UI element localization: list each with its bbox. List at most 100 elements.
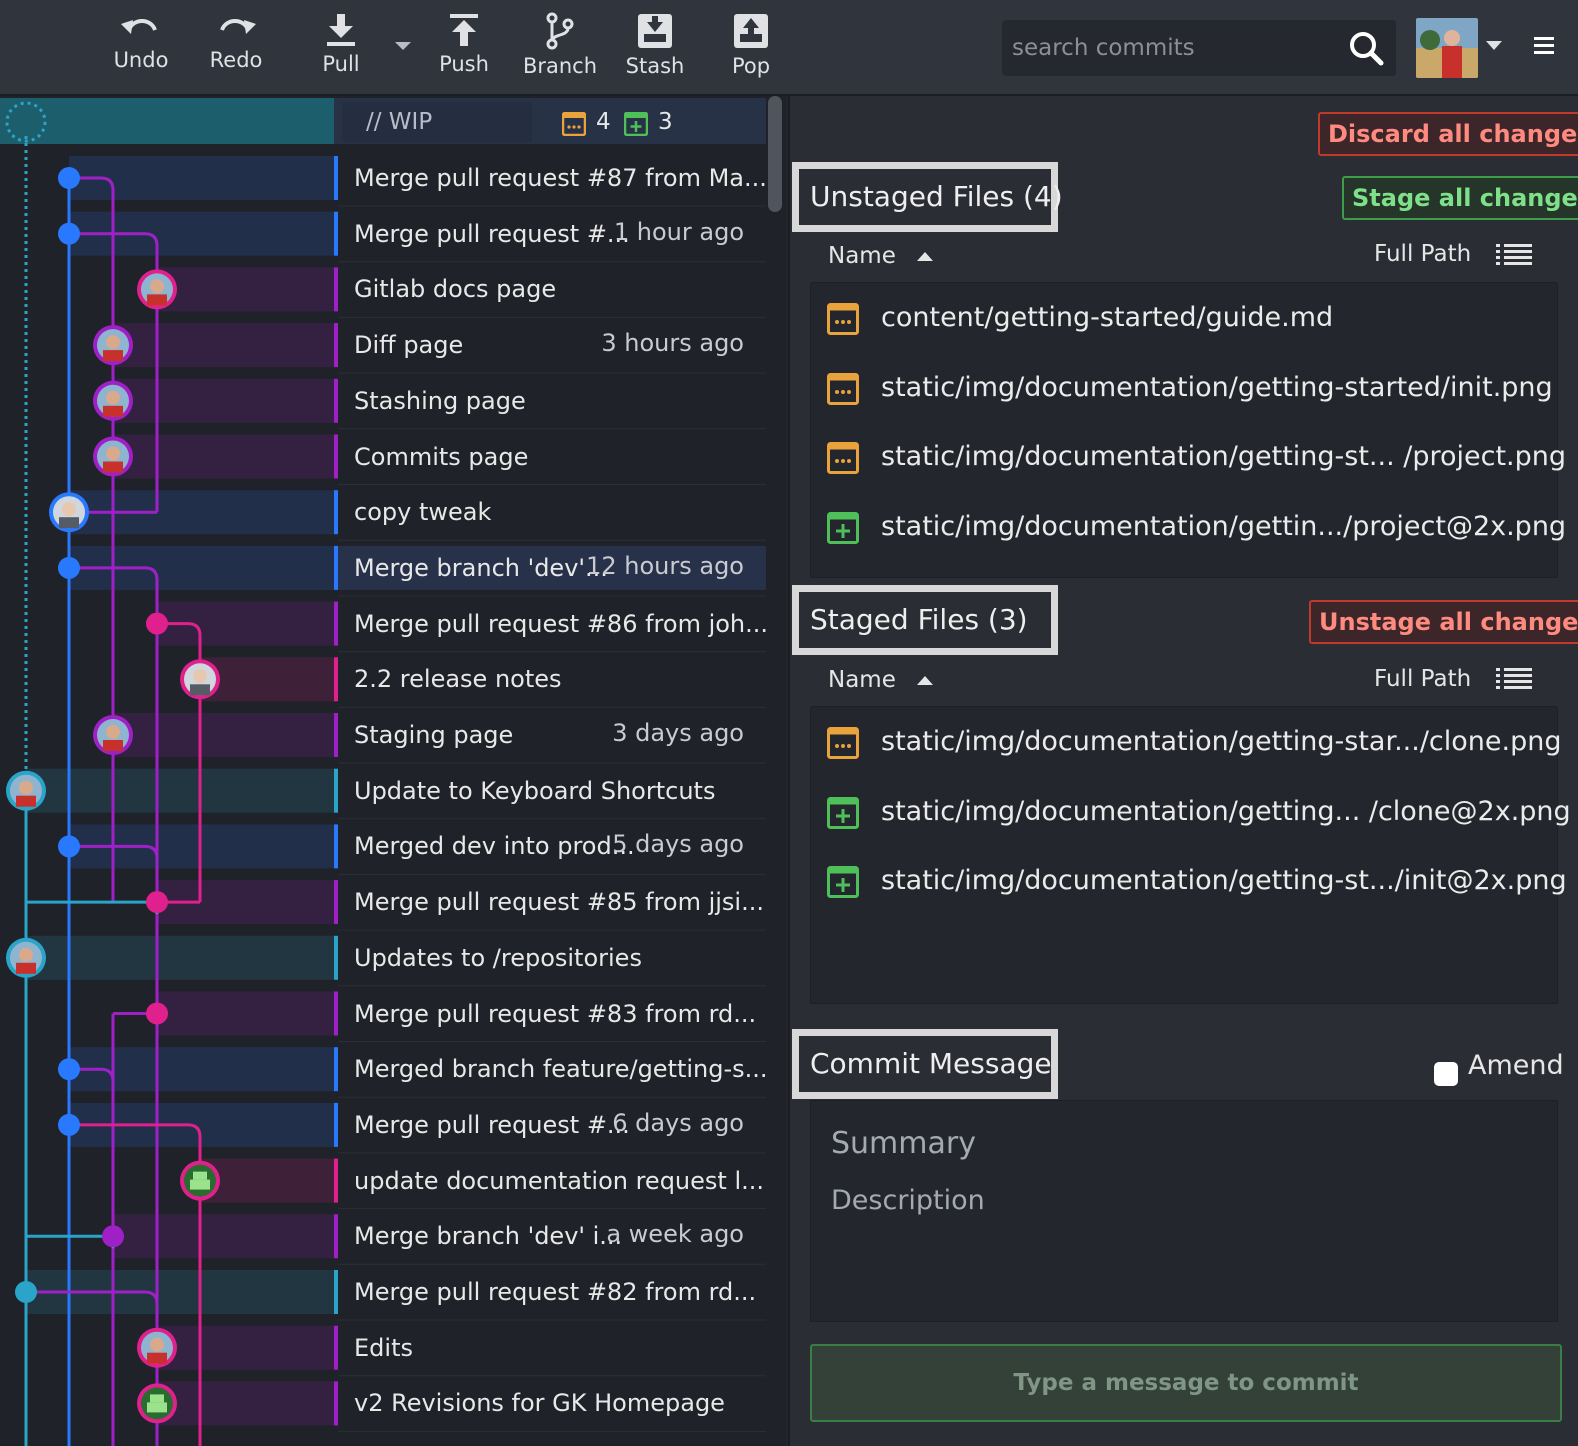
commit-time: 3 days ago — [612, 719, 744, 747]
unstaged-name-header[interactable]: Name — [828, 236, 935, 276]
pull-dropdown-caret-icon[interactable] — [392, 36, 414, 56]
unstaged-file-row[interactable]: content/getting-started/guide.md — [811, 287, 1557, 347]
commit-row-marker — [334, 545, 338, 590]
commit-message[interactable]: copy tweak — [354, 490, 491, 534]
unstaged-file-row[interactable]: static/img/documentation/gettin.../proje… — [811, 496, 1566, 556]
avatar-face — [106, 446, 120, 461]
commit-summary-input[interactable] — [831, 1121, 1531, 1165]
search-icon[interactable] — [1348, 30, 1384, 66]
user-avatar-image — [1416, 18, 1478, 78]
avatar-caret-icon[interactable] — [1484, 38, 1504, 52]
commit-row-marker — [334, 490, 338, 535]
commit-author-avatar — [137, 1327, 177, 1368]
wip-row-band — [0, 98, 334, 144]
wip-label[interactable]: // WIP — [342, 102, 532, 142]
pop-button[interactable]: Pop — [706, 6, 796, 90]
commit-message[interactable]: Merged branch feature/getting-s... — [354, 1047, 768, 1091]
commit-row-marker — [334, 211, 338, 256]
commit-message[interactable]: Merge pull request #86 from joh... — [354, 602, 768, 646]
commit-message[interactable]: Merge pull request #87 from Ma... — [354, 156, 767, 200]
commit-message[interactable]: Stashing page — [354, 379, 526, 423]
commit-message[interactable]: Edits — [354, 1326, 413, 1370]
commit-message[interactable]: update documentation request l... — [354, 1159, 764, 1203]
commit-message[interactable]: Merge pull request #... — [354, 1103, 630, 1147]
commit-merge-dot — [58, 556, 80, 579]
commit-message[interactable]: Merge branch 'dev'... — [354, 546, 608, 590]
commit-row-marker — [334, 991, 338, 1036]
commit-row-marker — [334, 601, 338, 646]
commit-merge-dot — [58, 167, 80, 189]
redo-button[interactable]: Redo — [191, 6, 281, 90]
list-view-icon[interactable] — [1496, 244, 1532, 266]
commit-message[interactable]: Merge branch 'dev' i... — [354, 1214, 622, 1258]
wip-added-icon — [624, 112, 648, 136]
commit-author-avatar — [6, 937, 46, 978]
file-path: content/getting-started/guide.md — [881, 302, 1334, 333]
list-view-icon[interactable] — [1496, 668, 1532, 690]
commit-row-marker — [334, 156, 338, 200]
commit-merge-dot — [146, 891, 168, 914]
commit-message[interactable]: Commits page — [354, 435, 528, 479]
file-modified-icon — [827, 303, 859, 335]
branch-label: Branch — [522, 54, 598, 78]
commit-message-title: Commit Message — [792, 1029, 1058, 1099]
commit-message[interactable]: Merged dev into prod... — [354, 824, 635, 868]
pop-icon — [734, 14, 768, 48]
amend-checkbox[interactable] — [1434, 1062, 1458, 1086]
commit-row-marker — [334, 1325, 338, 1370]
commit-row-marker — [334, 1102, 338, 1147]
branch-button[interactable]: Branch — [515, 6, 605, 90]
staged-name-header[interactable]: Name — [828, 660, 935, 700]
commit-row-band — [157, 1381, 334, 1426]
commit-button[interactable]: Type a message to commit — [810, 1344, 1562, 1422]
commit-message[interactable]: Merge pull request #82 from rd... — [354, 1270, 756, 1314]
file-modified-icon — [827, 442, 859, 475]
commit-merge-dot — [146, 612, 168, 635]
file-path: static/img/documentation/gettin.../proje… — [881, 510, 1567, 542]
unstage-all-changes-button[interactable]: Unstage all changes — [1309, 600, 1578, 644]
commit-author-avatar — [93, 436, 133, 477]
unstaged-full-path-toggle[interactable]: Full Path — [1374, 234, 1471, 274]
avatar-shirt — [103, 740, 123, 751]
avatar-pixel-body — [190, 1179, 210, 1190]
pull-button[interactable]: Pull — [296, 6, 386, 90]
commit-row-marker — [334, 657, 338, 702]
commit-message[interactable]: Staging page — [354, 713, 513, 757]
stash-button[interactable]: Stash — [610, 6, 700, 90]
commit-message[interactable]: Merge pull request #85 from jjsi... — [354, 880, 764, 924]
stage-all-changes-button[interactable]: Stage all changes — [1342, 176, 1578, 220]
push-button[interactable]: Push — [419, 6, 509, 90]
commit-merge-dot — [15, 1281, 37, 1303]
commit-author-avatar — [93, 325, 133, 366]
staged-file-row[interactable]: static/img/documentation/getting-st.../i… — [811, 850, 1567, 910]
avatar-shirt — [59, 517, 79, 529]
stash-icon — [638, 14, 672, 48]
commit-message-box — [810, 1100, 1558, 1322]
commit-message[interactable]: Diff page — [354, 323, 463, 367]
hamburger-menu-icon[interactable] — [1532, 34, 1556, 58]
undo-button[interactable]: Undo — [96, 6, 186, 90]
file-path: static/img/documentation/getting... /clo… — [881, 795, 1571, 827]
search-input[interactable] — [1012, 30, 1332, 66]
unstaged-file-row[interactable]: static/img/documentation/getting-st... /… — [811, 426, 1566, 486]
staged-full-path-toggle[interactable]: Full Path — [1374, 659, 1471, 699]
commit-message[interactable]: Merge pull request #... — [354, 212, 630, 256]
graph-scrollbar[interactable] — [768, 96, 782, 212]
unstaged-file-row[interactable]: static/img/documentation/getting-started… — [811, 357, 1557, 417]
amend-label[interactable]: Amend — [1468, 1046, 1564, 1086]
avatar-face — [62, 502, 76, 517]
user-avatar[interactable] — [1416, 18, 1478, 78]
commit-message[interactable]: Updates to /repositories — [354, 936, 642, 980]
commit-row-band — [113, 323, 334, 368]
commit-row-marker — [334, 378, 338, 423]
commit-message[interactable]: Merge pull request #83 from rd... — [354, 992, 756, 1036]
staged-file-row[interactable]: static/img/documentation/getting... /clo… — [811, 781, 1571, 841]
commit-description-input[interactable] — [831, 1185, 1531, 1305]
redo-icon — [220, 19, 256, 34]
commit-message[interactable]: Gitlab docs page — [354, 267, 556, 311]
discard-all-changes-button[interactable]: Discard all changes — [1318, 112, 1578, 156]
commit-message[interactable]: Update to Keyboard Shortcuts — [354, 769, 715, 813]
commit-message[interactable]: v2 Revisions for GK Homepage — [354, 1381, 725, 1425]
commit-message[interactable]: 2.2 release notes — [354, 657, 562, 701]
staged-file-row[interactable]: static/img/documentation/getting-star...… — [811, 711, 1562, 771]
